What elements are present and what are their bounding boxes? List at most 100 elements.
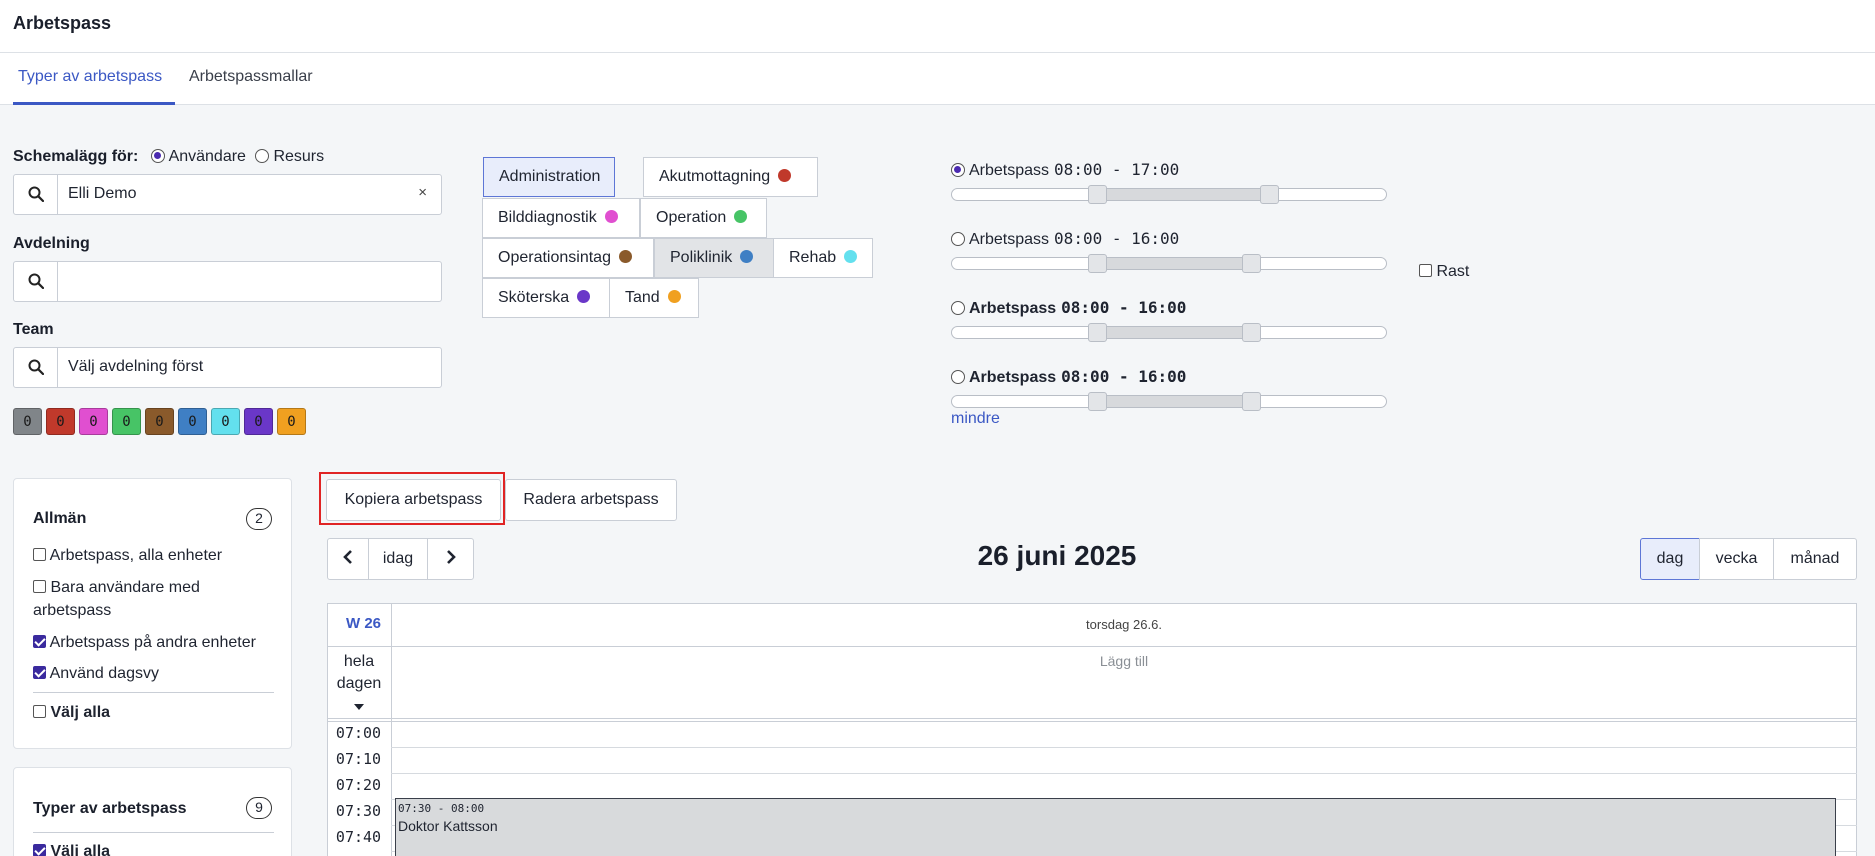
tab-shift-types[interactable]: Typer av arbetspass — [18, 68, 162, 86]
active-tab-indicator — [13, 102, 175, 105]
category-chip[interactable]: Bilddiagnostik — [482, 198, 640, 238]
tab-shift-templates[interactable]: Arbetspassmallar — [189, 68, 313, 86]
general-select-all[interactable]: Välj alla — [33, 704, 110, 722]
filter-all-units[interactable]: Arbetspass, alla enheter — [33, 547, 222, 565]
filter-all-units-checkbox[interactable] — [33, 548, 46, 561]
category-chip[interactable]: Operationsintag — [482, 238, 654, 278]
view-month-button[interactable]: månad — [1773, 538, 1857, 580]
category-chip[interactable]: Rehab — [773, 238, 873, 278]
types-select-all[interactable]: Välj alla — [33, 843, 110, 856]
color-count-swatch: 0 — [13, 408, 42, 435]
filter-other-units-checkbox[interactable] — [33, 635, 46, 648]
add-all-day-event[interactable]: Lägg till — [391, 653, 1857, 669]
shift-option[interactable]: Arbetspass 08:00 - 16:00 — [951, 367, 1186, 387]
filter-users-with-shifts[interactable]: Bara användare med — [33, 579, 200, 597]
shift-time-slider[interactable] — [951, 323, 1387, 342]
general-panel-count-badge: 2 — [246, 508, 272, 530]
department-label: Avdelning — [13, 235, 90, 252]
user-search-field[interactable]: Elli Demo × — [13, 174, 442, 215]
all-day-toggle[interactable]: hela dagen — [327, 651, 391, 717]
allday-divider — [327, 718, 1857, 719]
search-icon — [14, 262, 58, 301]
caret-down-icon — [354, 704, 364, 710]
category-color-dot-icon — [577, 290, 591, 303]
clear-icon[interactable]: × — [418, 184, 427, 201]
shift-time-slider[interactable] — [951, 392, 1387, 411]
shift-time: 08:00 - 16:00 — [1054, 229, 1180, 248]
category-chip[interactable]: Poliklinik — [654, 238, 774, 278]
radio-resource[interactable] — [255, 149, 269, 163]
break-option[interactable]: Rast — [1419, 263, 1469, 281]
category-chip[interactable]: Sköterska — [482, 278, 610, 318]
break-label: Rast — [1436, 263, 1470, 280]
types-select-all-checkbox[interactable] — [33, 844, 46, 856]
types-panel-count-badge: 9 — [246, 797, 272, 819]
radio-user-label: Användare — [168, 148, 246, 165]
team-search-field[interactable]: Välj avdelning först — [13, 347, 442, 388]
category-color-dot-icon — [778, 169, 792, 182]
shift-radio[interactable] — [951, 232, 965, 246]
next-button[interactable] — [427, 538, 474, 580]
slider-start-handle[interactable] — [1088, 254, 1107, 273]
filter-users-with-shifts-checkbox[interactable] — [33, 580, 46, 593]
today-button[interactable]: idag — [368, 538, 428, 580]
category-chip-label: Tand — [625, 289, 660, 306]
category-color-dot-icon — [667, 290, 681, 303]
view-week-button[interactable]: vecka — [1699, 538, 1774, 580]
filter-day-view-label: Använd dagsvy — [49, 665, 159, 682]
less-link[interactable]: mindre — [951, 410, 1000, 428]
category-chip-label: Akutmottagning — [659, 168, 771, 185]
delete-shift-button[interactable]: Radera arbetspass — [505, 479, 677, 521]
view-day-button[interactable]: dag — [1640, 538, 1700, 580]
slider-start-handle[interactable] — [1088, 185, 1107, 204]
team-label: Team — [13, 321, 54, 338]
category-chip-label: Poliklinik — [670, 249, 733, 266]
category-chip[interactable]: Akutmottagning — [643, 157, 818, 197]
slider-start-handle[interactable] — [1088, 323, 1107, 342]
category-chip-label: Rehab — [789, 249, 837, 266]
slider-end-handle[interactable] — [1242, 254, 1261, 273]
category-chip[interactable]: Administration — [483, 157, 615, 220]
schedule-for-user-option[interactable]: Användare — [151, 148, 246, 166]
category-chip[interactable]: Tand — [609, 278, 699, 318]
general-select-all-checkbox[interactable] — [33, 705, 46, 718]
filter-day-view[interactable]: Använd dagsvy — [33, 665, 159, 683]
filter-day-view-checkbox[interactable] — [33, 666, 46, 679]
divider — [33, 832, 274, 833]
shift-time-slider[interactable] — [951, 254, 1387, 273]
chevron-left-icon — [343, 550, 352, 564]
general-panel-title: Allmän — [33, 510, 87, 527]
category-chip-label: Administration — [499, 168, 601, 185]
slider-end-handle[interactable] — [1242, 323, 1261, 342]
shift-option[interactable]: Arbetspass 08:00 - 16:00 — [951, 298, 1186, 318]
schedule-for-resource-option[interactable]: Resurs — [255, 148, 324, 166]
department-search-field[interactable] — [13, 261, 442, 302]
calendar-event[interactable]: 07:30 - 08:00 Doktor Kattsson — [395, 798, 1836, 856]
category-chip-label: Sköterska — [498, 289, 570, 306]
shift-option[interactable]: Arbetspass 08:00 - 17:00 — [951, 160, 1179, 180]
radio-user[interactable] — [151, 149, 165, 163]
slider-start-handle[interactable] — [1088, 392, 1107, 411]
copy-shift-button[interactable]: Kopiera arbetspass — [326, 479, 501, 521]
category-chip-label: Operationsintag — [498, 249, 611, 266]
filter-all-units-label: Arbetspass, alla enheter — [49, 547, 223, 564]
column-divider — [391, 603, 392, 856]
slider-end-handle[interactable] — [1260, 185, 1279, 204]
shift-radio[interactable] — [951, 163, 965, 177]
shift-time-slider[interactable] — [951, 185, 1387, 204]
slider-end-handle[interactable] — [1242, 392, 1261, 411]
filter-other-units[interactable]: Arbetspass på andra enheter — [33, 634, 256, 652]
break-checkbox[interactable] — [1419, 264, 1432, 277]
prev-button[interactable] — [327, 538, 369, 580]
category-chip[interactable]: Operation — [640, 198, 767, 238]
time-slot-label: 07:10 — [335, 750, 382, 768]
header-divider — [327, 646, 1857, 647]
category-chip-label: Bilddiagnostik — [498, 209, 597, 226]
category-color-dot-icon — [844, 250, 858, 263]
category-color-dot-icon — [734, 210, 748, 223]
shift-radio[interactable] — [951, 370, 965, 384]
shift-option[interactable]: Arbetspass 08:00 - 16:00 — [951, 229, 1179, 249]
schedule-for-label: Schemalägg för: — [13, 148, 139, 165]
shift-radio[interactable] — [951, 301, 965, 315]
category-chip-label: Operation — [656, 209, 727, 226]
